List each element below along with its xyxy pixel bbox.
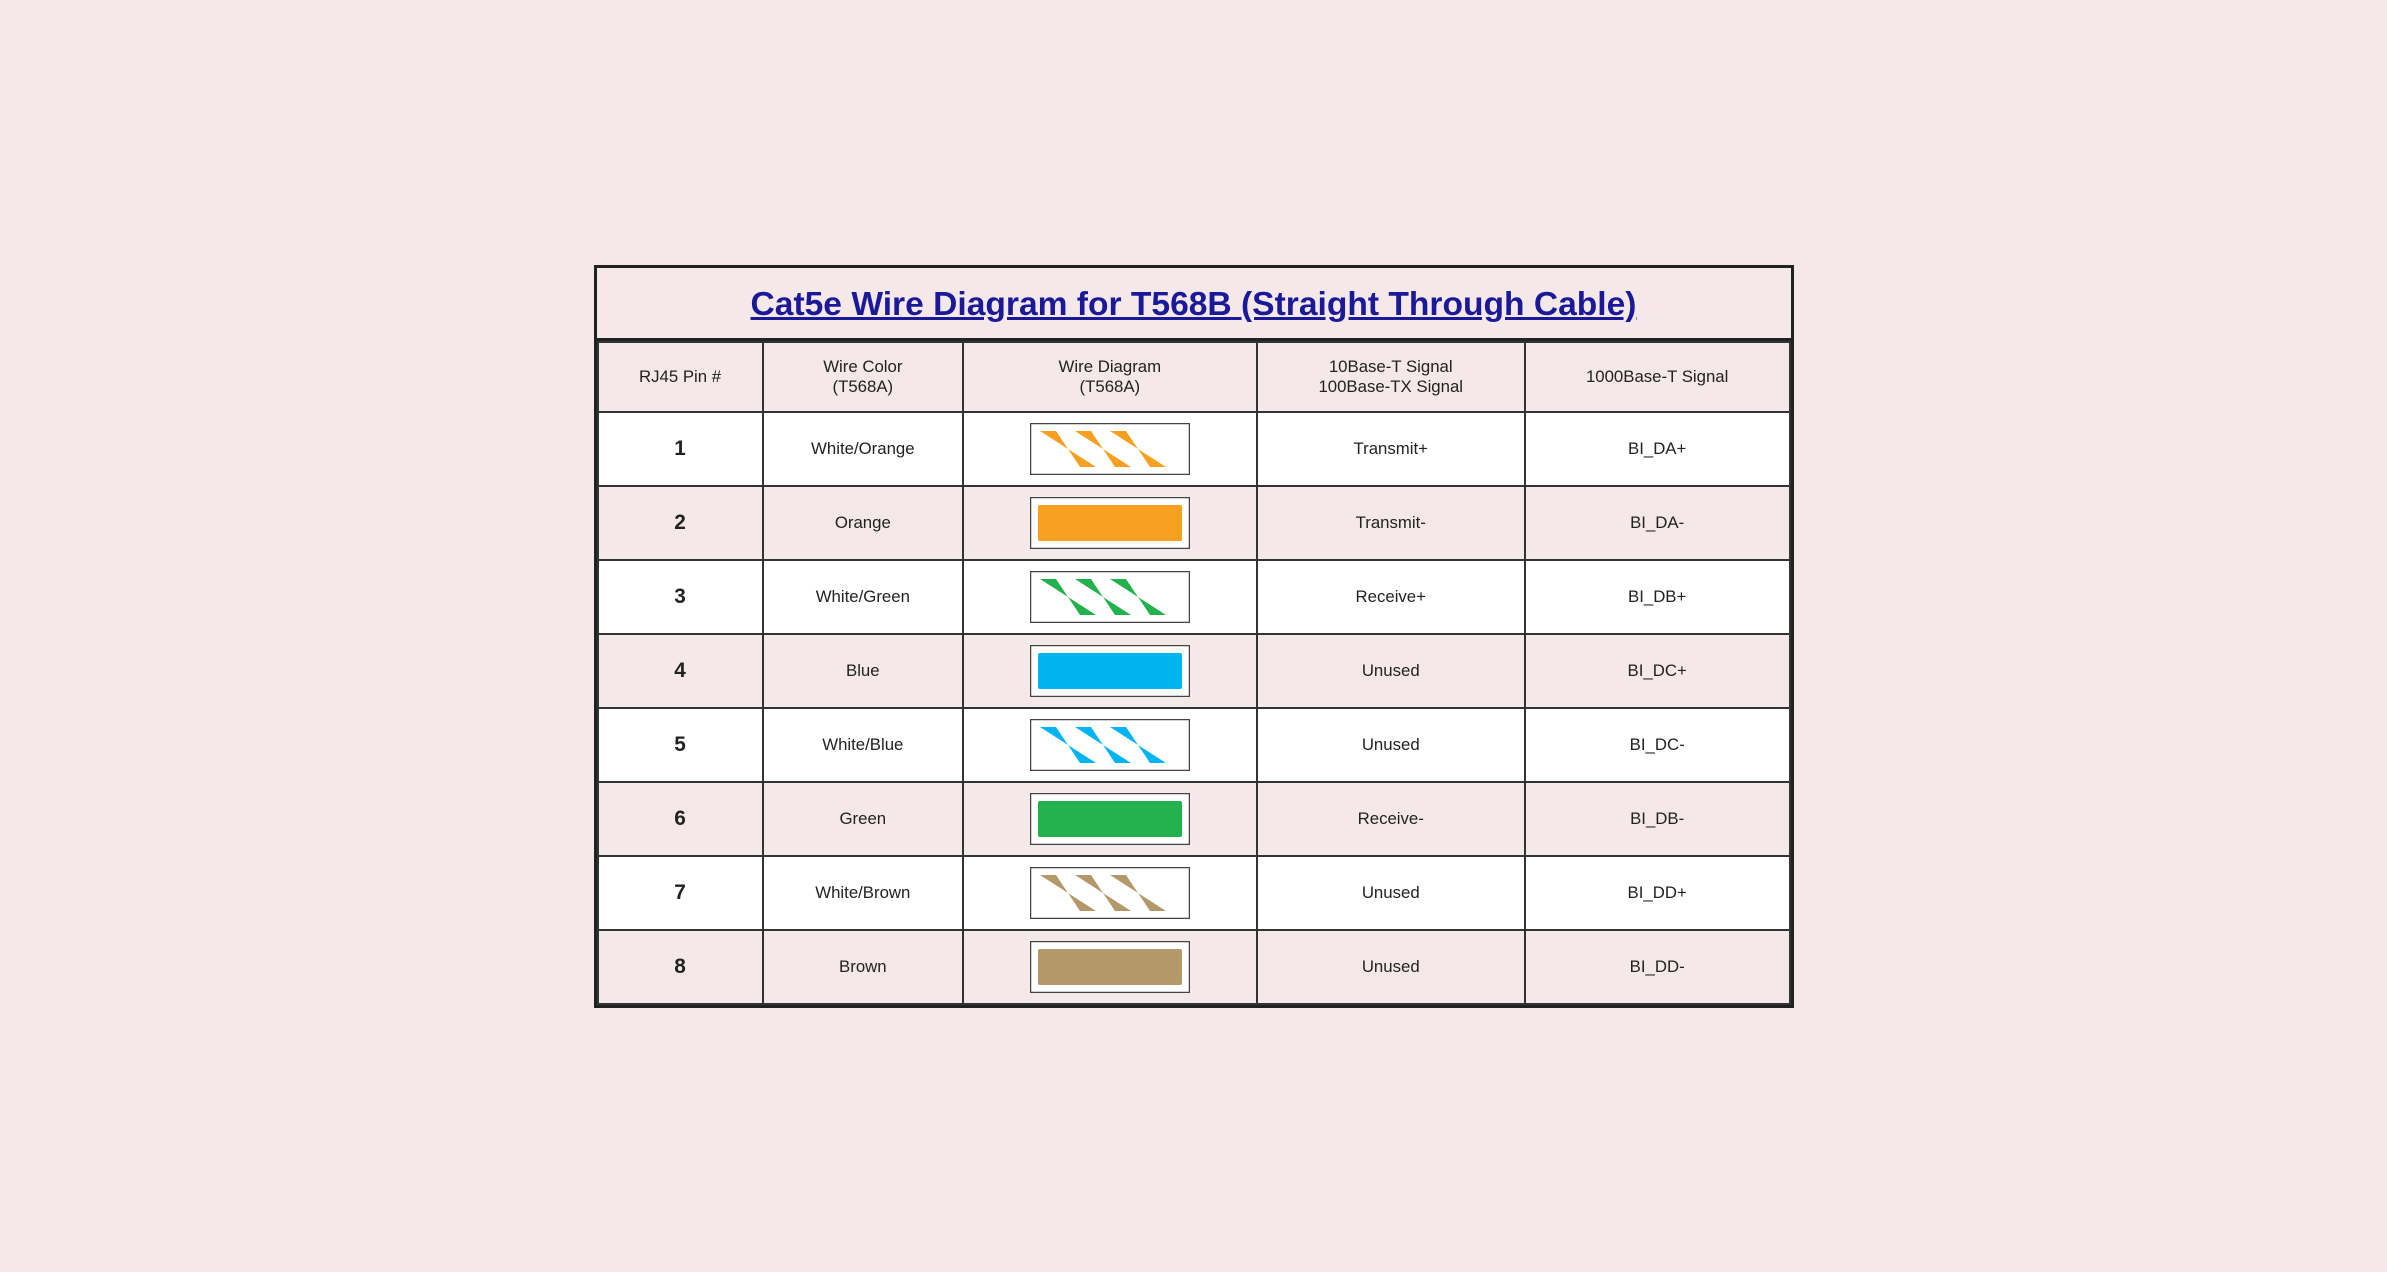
- gbase-signal: BI_DD+: [1525, 856, 1790, 930]
- wire-visual: [972, 497, 1248, 549]
- wire-visual: [972, 941, 1248, 993]
- table-row: 7 White/Brown Unused BI_DD+: [598, 856, 1790, 930]
- wire-diagram-cell: [963, 708, 1257, 782]
- table-row: 1 White/Orange Transmit+ BI_DA+: [598, 412, 1790, 486]
- gbase-signal: BI_DA+: [1525, 412, 1790, 486]
- gbase-signal: BI_DC-: [1525, 708, 1790, 782]
- table-row: 5 White/Blue Unused BI_DC-: [598, 708, 1790, 782]
- wire-visual: [972, 793, 1248, 845]
- wire-diagram-cell: [963, 930, 1257, 1004]
- wire-diagram-cell: [963, 412, 1257, 486]
- pin-number: 7: [598, 856, 763, 930]
- wire-diagram-cell: [963, 634, 1257, 708]
- table-row: 4 Blue Unused BI_DC+: [598, 634, 1790, 708]
- pin-number: 1: [598, 412, 763, 486]
- pin-number: 3: [598, 560, 763, 634]
- signal-type: Unused: [1257, 856, 1525, 930]
- table-row: 8 Brown Unused BI_DD-: [598, 930, 1790, 1004]
- gbase-signal: BI_DC+: [1525, 634, 1790, 708]
- pin-number: 5: [598, 708, 763, 782]
- gbase-signal: BI_DA-: [1525, 486, 1790, 560]
- page-container: Cat5e Wire Diagram for T568B (Straight T…: [594, 265, 1794, 1008]
- wire-color: Blue: [763, 634, 963, 708]
- page-title: Cat5e Wire Diagram for T568B (Straight T…: [597, 268, 1791, 341]
- wire-color: Orange: [763, 486, 963, 560]
- wire-visual: [972, 867, 1248, 919]
- wire-color: White/Orange: [763, 412, 963, 486]
- signal-type: Unused: [1257, 708, 1525, 782]
- header-wire-color: Wire Color (T568A): [763, 342, 963, 412]
- wire-diagram-cell: [963, 782, 1257, 856]
- wire-diagram-table: RJ45 Pin # Wire Color (T568A) Wire Diagr…: [597, 341, 1791, 1005]
- wire-color: Green: [763, 782, 963, 856]
- header-gbase: 1000Base-T Signal: [1525, 342, 1790, 412]
- wire-visual: [972, 719, 1248, 771]
- table-header-row: RJ45 Pin # Wire Color (T568A) Wire Diagr…: [598, 342, 1790, 412]
- table-row: 2 Orange Transmit- BI_DA-: [598, 486, 1790, 560]
- pin-number: 2: [598, 486, 763, 560]
- wire-diagram-cell: [963, 856, 1257, 930]
- table-row: 3 White/Green Receive+ BI_DB+: [598, 560, 1790, 634]
- signal-type: Receive-: [1257, 782, 1525, 856]
- wire-color: White/Blue: [763, 708, 963, 782]
- header-pin: RJ45 Pin #: [598, 342, 763, 412]
- pin-number: 4: [598, 634, 763, 708]
- signal-type: Receive+: [1257, 560, 1525, 634]
- wire-diagram-cell: [963, 486, 1257, 560]
- signal-type: Transmit-: [1257, 486, 1525, 560]
- pin-number: 8: [598, 930, 763, 1004]
- header-signal: 10Base-T Signal 100Base-TX Signal: [1257, 342, 1525, 412]
- signal-type: Unused: [1257, 930, 1525, 1004]
- wire-color: Brown: [763, 930, 963, 1004]
- gbase-signal: BI_DB+: [1525, 560, 1790, 634]
- gbase-signal: BI_DB-: [1525, 782, 1790, 856]
- wire-visual: [972, 571, 1248, 623]
- header-wire-diagram: Wire Diagram (T568A): [963, 342, 1257, 412]
- gbase-signal: BI_DD-: [1525, 930, 1790, 1004]
- table-row: 6 Green Receive- BI_DB-: [598, 782, 1790, 856]
- wire-color: White/Brown: [763, 856, 963, 930]
- wire-visual: [972, 423, 1248, 475]
- pin-number: 6: [598, 782, 763, 856]
- wire-color: White/Green: [763, 560, 963, 634]
- wire-diagram-cell: [963, 560, 1257, 634]
- signal-type: Transmit+: [1257, 412, 1525, 486]
- signal-type: Unused: [1257, 634, 1525, 708]
- wire-visual: [972, 645, 1248, 697]
